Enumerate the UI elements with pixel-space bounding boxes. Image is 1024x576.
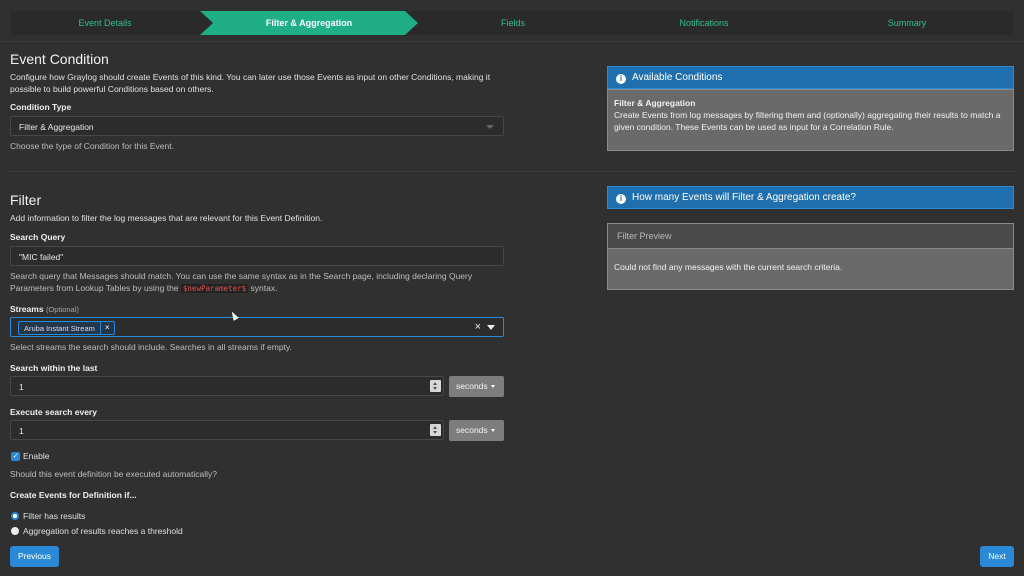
execute-every-input[interactable]: 1 [10,420,444,440]
available-conditions-header: i Available Conditions [607,66,1014,89]
step-filter-aggregation[interactable]: Filter & Aggregation [200,11,418,35]
remove-stream-icon[interactable]: × [99,322,114,334]
enable-checkbox[interactable]: ✓ [11,452,20,461]
search-query-help-text: Parameters from Lookup Tables by using t… [10,283,179,293]
available-conditions-body-text: Create Events from log messages by filte… [614,110,1001,132]
aggregation-threshold-radio[interactable] [11,527,19,535]
chevron-down-icon [486,125,494,129]
previous-button[interactable]: Previous [10,546,59,567]
filter-title: Filter [10,192,42,208]
available-conditions-body-title: Filter & Aggregation [614,98,696,108]
filter-description: Add information to filter the log messag… [10,213,323,223]
step-summary[interactable]: Summary [800,11,1014,35]
clear-selection-icon[interactable]: × [475,321,481,333]
info-icon: i [616,194,626,204]
stream-chip-label: Aruba Instant Stream [24,323,95,333]
step-fields[interactable]: Fields [418,11,608,35]
how-many-events-title: How many Events will Filter & Aggregatio… [632,192,856,203]
search-query-help-line1: Search query that Messages should match.… [10,271,473,281]
search-query-value: "MIC failed" [19,252,64,262]
search-query-label: Search Query [10,232,66,242]
enable-label: Enable [23,451,50,461]
condition-type-help: Choose the type of Condition for this Ev… [10,141,174,151]
available-conditions-body: Filter & Aggregation Create Events from … [607,89,1014,151]
search-within-label: Search within the last [10,363,98,373]
parameter-syntax-code: $newParameter$ [180,284,249,293]
condition-type-value: Filter & Aggregation [19,122,94,132]
execute-every-label: Execute search every [10,407,97,417]
enable-help: Should this event definition be executed… [10,469,217,479]
search-query-help-line2: Parameters from Lookup Tables by using t… [10,282,472,295]
number-stepper-icon[interactable] [430,424,441,436]
steps-divider [0,41,1024,42]
step-notifications[interactable]: Notifications [608,11,800,35]
aggregation-threshold-label: Aggregation of results reaches a thresho… [23,526,183,536]
search-query-help-syntax: syntax. [250,283,278,293]
condition-type-select[interactable]: Filter & Aggregation [10,116,504,136]
execute-every-unit-label: seconds [456,425,488,435]
chevron-down-icon[interactable] [487,325,495,330]
filter-preview-header: Filter Preview [607,223,1014,248]
search-within-unit-button[interactable]: seconds [449,376,504,397]
caret-down-icon [490,429,495,433]
number-stepper-icon[interactable] [430,380,441,392]
search-within-unit-label: seconds [456,381,488,391]
streams-help: Select streams the search should include… [10,342,292,352]
execute-every-value: 1 [19,426,24,436]
stream-chip: Aruba Instant Stream × [18,321,115,335]
streams-optional: (Optional) [45,305,79,314]
streams-select[interactable]: Aruba Instant Stream × × [10,317,504,337]
event-condition-title: Event Condition [10,51,109,67]
event-condition-description: Configure how Graylog should create Even… [10,72,491,94]
execute-every-unit-button[interactable]: seconds [449,420,504,441]
next-button[interactable]: Next [980,546,1014,567]
search-query-input[interactable]: "MIC failed" [10,246,504,266]
filter-preview-body: Could not find any messages with the cur… [607,248,1014,290]
create-events-label: Create Events for Definition if... [10,490,137,500]
search-within-input[interactable]: 1 [10,376,444,396]
condition-type-label: Condition Type [10,102,72,112]
how-many-events-header: i How many Events will Filter & Aggregati… [607,186,1014,209]
available-conditions-title: Available Conditions [632,72,723,83]
step-event-details[interactable]: Event Details [10,11,200,35]
caret-down-icon [490,385,495,389]
filter-has-results-radio[interactable] [11,512,19,520]
search-query-help: Search query that Messages should match.… [10,270,472,295]
search-within-value: 1 [19,382,24,392]
wizard-steps: Event Details Filter & Aggregation Field… [10,11,1014,35]
info-icon: i [616,74,626,84]
streams-label: Streams (Optional) [10,304,79,314]
section-divider [10,171,1014,172]
filter-has-results-label: Filter has results [23,511,86,521]
streams-label-text: Streams [10,304,44,314]
